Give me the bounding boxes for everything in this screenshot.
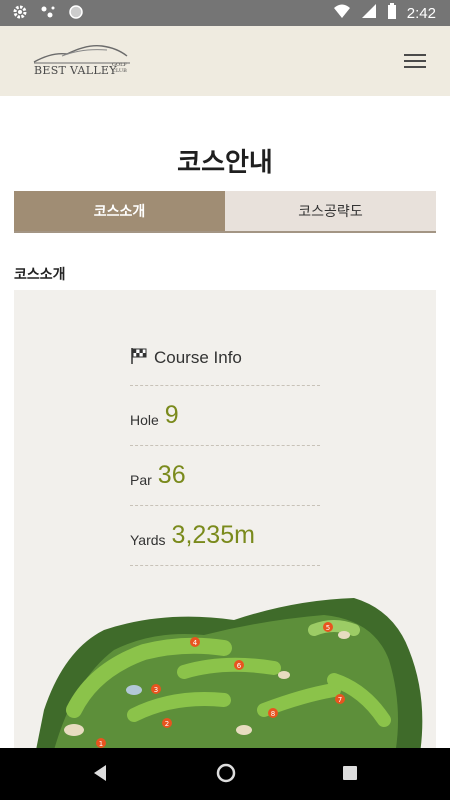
hole-marker-1: 1 [96, 738, 106, 748]
status-right-icons: 2:42 [333, 3, 436, 23]
hole-marker-8: 8 [268, 708, 278, 718]
section-label: 코스소개 [14, 267, 66, 283]
hamburger-menu-icon[interactable] [404, 54, 426, 70]
course-info-panel: Course Info Hole 9 Par 36 Yards 3,235m 1… [14, 290, 436, 750]
back-triangle-icon[interactable] [92, 764, 108, 786]
best-valley-logo[interactable]: BEST VALLEY GOLF CLUB [32, 42, 132, 84]
svg-text:2: 2 [165, 720, 169, 728]
svg-text:8: 8 [271, 710, 275, 718]
hole-marker-5: 5 [323, 622, 333, 632]
system-nav-bar [0, 748, 450, 800]
yards-value: 3,235m [171, 521, 255, 549]
signal-icon [361, 3, 377, 23]
checkered-flag-icon [130, 347, 148, 369]
course-tabs: 코스소개 코스공략도 [14, 191, 436, 233]
app-header: BEST VALLEY GOLF CLUB [0, 26, 450, 96]
hole-label: Hole [130, 411, 159, 428]
tab-course-intro[interactable]: 코스소개 [14, 191, 225, 231]
course-map: 1 2 3 4 5 6 7 8 [36, 598, 423, 750]
battery-icon [387, 3, 397, 23]
hole-marker-7: 7 [335, 694, 345, 704]
gear-icon [12, 4, 28, 24]
status-bar: 2:42 [0, 0, 450, 26]
svg-text:4: 4 [193, 639, 198, 647]
hole-marker-6: 6 [234, 660, 244, 670]
clock: 2:42 [406, 4, 436, 22]
mountain-logo-icon [33, 44, 130, 64]
svg-text:7: 7 [338, 696, 342, 704]
par-value: 36 [157, 461, 186, 489]
svg-text:3: 3 [154, 686, 158, 694]
svg-text:6: 6 [237, 662, 242, 670]
hole-value: 9 [164, 401, 179, 429]
circle-icon [68, 4, 84, 24]
hole-marker-2: 2 [162, 718, 172, 728]
home-circle-icon[interactable] [215, 762, 237, 788]
info-row-yards: Yards 3,235m [130, 506, 320, 566]
hole-marker-3: 3 [151, 684, 161, 694]
connection-icon [40, 4, 56, 24]
logo-subtext: GOLF CLUB [112, 62, 127, 74]
course-info-box: Course Info Hole 9 Par 36 Yards 3,235m [130, 336, 320, 566]
par-label: Par [130, 471, 152, 488]
logo-text: BEST VALLEY [34, 64, 117, 77]
recents-square-icon[interactable] [342, 765, 358, 785]
tab-course-strategy[interactable]: 코스공략도 [225, 191, 436, 231]
hole-marker-4: 4 [190, 637, 200, 647]
course-info-header: Course Info [130, 336, 320, 386]
wifi-icon [333, 3, 351, 23]
course-info-title: Course Info [154, 347, 242, 367]
yards-label: Yards [130, 531, 166, 548]
info-row-hole: Hole 9 [130, 386, 320, 446]
page-title: 코스안내 [177, 148, 273, 178]
svg-text:1: 1 [99, 740, 103, 748]
info-row-par: Par 36 [130, 446, 320, 506]
svg-text:5: 5 [326, 624, 330, 632]
status-left-icons [12, 4, 84, 24]
